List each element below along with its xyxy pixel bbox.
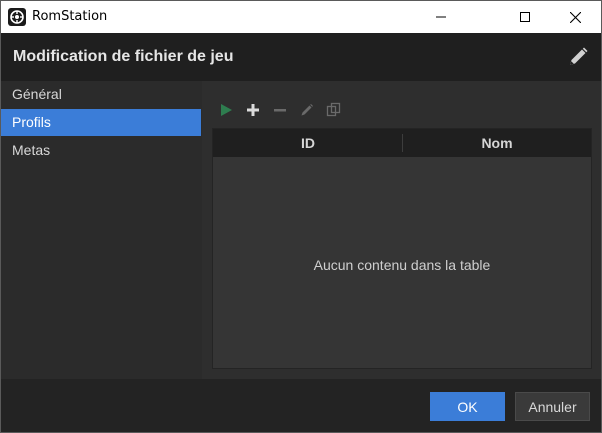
minimize-icon — [436, 16, 446, 18]
play-button[interactable] — [214, 98, 238, 122]
table-toolbar — [214, 98, 374, 122]
maximize-button[interactable] — [502, 1, 548, 33]
column-header-nom[interactable]: Nom — [403, 129, 591, 157]
sidebar-item-label: Général — [12, 86, 62, 102]
duplicate-button[interactable] — [322, 98, 346, 122]
plus-icon — [247, 104, 259, 116]
add-button[interactable] — [241, 98, 265, 122]
ok-button[interactable]: OK — [430, 392, 505, 421]
page-title: Modification de fichier de jeu — [13, 48, 234, 65]
play-icon — [221, 104, 232, 116]
sidebar-item-label: Metas — [12, 142, 51, 158]
maximize-icon — [520, 12, 530, 22]
empty-table-message: Aucun contenu dans la table — [313, 257, 491, 273]
pencil-icon[interactable] — [567, 46, 589, 68]
dialog-header: Modification de fichier de jeu — [1, 33, 601, 81]
sidebar-item-metas[interactable]: Metas — [1, 137, 201, 164]
app-window: RomStation Modification de fichier de je… — [0, 0, 602, 433]
sidebar-item-profils[interactable]: Profils — [1, 109, 201, 136]
remove-button[interactable] — [268, 98, 292, 122]
dialog-footer — [1, 379, 601, 432]
minimize-button[interactable] — [418, 1, 464, 33]
window-title: RomStation — [32, 9, 108, 24]
edit-row-button[interactable] — [295, 98, 319, 122]
title-bar: RomStation — [1, 1, 601, 33]
sidebar-item-label: Profils — [12, 114, 51, 130]
column-header-id[interactable]: ID — [213, 129, 403, 157]
romstation-logo-icon — [8, 8, 26, 26]
close-icon — [569, 11, 581, 23]
copy-icon — [326, 102, 341, 117]
close-button[interactable] — [552, 1, 598, 33]
pencil-icon — [301, 104, 313, 116]
profiles-table: ID Nom Aucun contenu dans la table — [212, 128, 592, 369]
minus-icon — [274, 109, 286, 112]
table-header: ID Nom — [213, 129, 591, 157]
cancel-button[interactable]: Annuler — [515, 392, 590, 421]
sidebar-item-general[interactable]: Général — [1, 81, 201, 108]
